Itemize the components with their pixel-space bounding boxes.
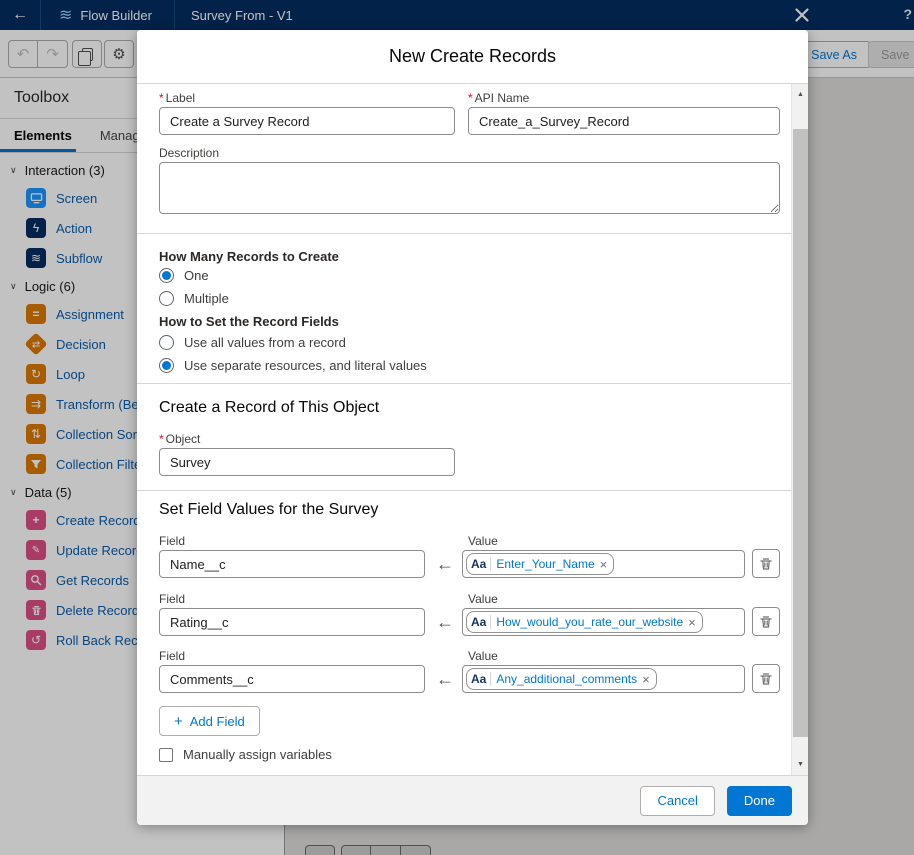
- field-input[interactable]: [159, 608, 425, 636]
- text-type-icon: Aa: [471, 557, 492, 571]
- value-label: Value: [468, 592, 498, 606]
- required-marker: *: [159, 432, 164, 446]
- required-marker: *: [159, 91, 164, 105]
- assign-arrow-icon: ←: [436, 669, 454, 689]
- value-input[interactable]: Aa How_would_you_rate_our_website ×: [462, 608, 745, 636]
- remove-pill-icon[interactable]: ×: [600, 557, 608, 572]
- resource-pill-label[interactable]: How_would_you_rate_our_website: [496, 615, 683, 629]
- section-divider: [137, 490, 791, 491]
- resource-pill-label[interactable]: Enter_Your_Name: [496, 557, 594, 571]
- resource-pill: Aa How_would_you_rate_our_website ×: [466, 611, 703, 633]
- remove-pill-icon[interactable]: ×: [688, 615, 696, 630]
- value-label: Value: [468, 649, 498, 663]
- scrollbar-thumb[interactable]: [793, 129, 808, 737]
- scroll-down-icon[interactable]: ▼: [792, 756, 808, 773]
- assign-arrow-icon: ←: [436, 554, 454, 574]
- radio-option-all-values[interactable]: Use all values from a record: [159, 335, 346, 350]
- modal-header: New Create Records: [137, 30, 808, 84]
- manually-assign-variables-row[interactable]: Manually assign variables: [159, 747, 332, 762]
- radio-selected-icon[interactable]: [159, 268, 174, 283]
- radio-unselected-icon[interactable]: [159, 335, 174, 350]
- radio-option-multiple[interactable]: Multiple: [159, 291, 229, 306]
- modal-body: *Label *API Name Description How Many Re…: [137, 84, 808, 775]
- cancel-button[interactable]: Cancel: [640, 785, 715, 816]
- field-input[interactable]: [159, 550, 425, 578]
- object-input[interactable]: [159, 448, 455, 476]
- add-field-button[interactable]: + Add Field: [159, 706, 260, 736]
- trash-icon: [760, 557, 772, 570]
- text-type-icon: Aa: [471, 672, 492, 686]
- plus-icon: +: [174, 712, 183, 730]
- modal-scrollbar[interactable]: ▲ ▼: [791, 84, 808, 775]
- modal-body-content: *Label *API Name Description How Many Re…: [137, 84, 791, 775]
- radio-selected-icon[interactable]: [159, 358, 174, 373]
- field-label: Field: [159, 592, 186, 606]
- trash-icon: [760, 672, 772, 685]
- api-name-field-label: * API Name: [468, 91, 530, 105]
- section-divider: [137, 383, 791, 384]
- new-create-records-modal: New Create Records *Label *API Name Desc…: [137, 30, 808, 825]
- how-many-records-heading: How Many Records to Create: [159, 249, 339, 264]
- delete-row-button[interactable]: [752, 607, 780, 636]
- done-button[interactable]: Done: [726, 785, 792, 816]
- how-to-set-fields-heading: How to Set the Record Fields: [159, 314, 339, 329]
- field-input[interactable]: [159, 665, 425, 693]
- value-label: Value: [468, 534, 498, 548]
- resource-pill: Aa Any_additional_comments ×: [466, 668, 657, 690]
- object-field-label: * Object: [159, 432, 201, 446]
- field-label: Field: [159, 649, 186, 663]
- value-input[interactable]: Aa Any_additional_comments ×: [462, 665, 745, 693]
- label-field-label: * Label: [159, 91, 196, 105]
- value-input[interactable]: Aa Enter_Your_Name ×: [462, 550, 745, 578]
- trash-icon: [760, 615, 772, 628]
- text-type-icon: Aa: [471, 615, 492, 629]
- required-marker: *: [468, 91, 473, 105]
- modal-footer: Cancel Done: [137, 775, 808, 825]
- checkbox-unchecked-icon[interactable]: [159, 747, 173, 762]
- field-label: Field: [159, 534, 186, 548]
- delete-row-button[interactable]: [752, 664, 780, 693]
- radio-unselected-icon[interactable]: [159, 291, 174, 306]
- checkbox-label: Manually assign variables: [183, 747, 332, 762]
- description-textarea[interactable]: [159, 162, 780, 214]
- create-record-object-heading: Create a Record of This Object: [159, 399, 380, 416]
- section-divider: [137, 233, 791, 234]
- radio-option-one[interactable]: One: [159, 268, 209, 283]
- api-name-input[interactable]: [468, 107, 780, 135]
- scroll-up-icon[interactable]: ▲: [792, 86, 808, 103]
- label-input[interactable]: [159, 107, 455, 135]
- resource-pill: Aa Enter_Your_Name ×: [466, 553, 615, 575]
- description-field-label: Description: [159, 146, 220, 160]
- modal-title: New Create Records: [388, 46, 557, 66]
- remove-pill-icon[interactable]: ×: [642, 672, 650, 687]
- set-field-values-heading: Set Field Values for the Survey: [159, 501, 379, 518]
- resource-pill-label[interactable]: Any_additional_comments: [496, 672, 637, 686]
- assign-arrow-icon: ←: [436, 612, 454, 632]
- delete-row-button[interactable]: [752, 549, 780, 578]
- radio-option-separate-resources[interactable]: Use separate resources, and literal valu…: [159, 358, 427, 373]
